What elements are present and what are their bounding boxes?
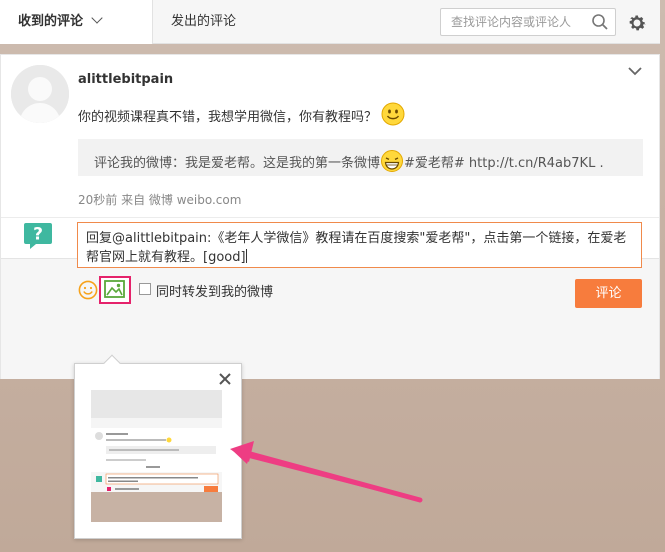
- chevron-down-icon[interactable]: [91, 12, 103, 24]
- search-input[interactable]: [441, 9, 586, 35]
- tab-sent-label: 发出的评论: [171, 14, 237, 29]
- avatar[interactable]: [11, 65, 69, 123]
- search-icon[interactable]: [591, 13, 609, 31]
- quote-prefix: 评论我的微博：我是爱老帮。这是我的第一条微博: [94, 156, 381, 171]
- quoted-weibo[interactable]: 评论我的微博：我是爱老帮。这是我的第一条微博 #爱老帮# http://t.cn…: [78, 139, 643, 176]
- comment-text: 你的视频课程真不错，我想学用微信，你有教程吗？: [78, 110, 378, 125]
- chevron-down-icon[interactable]: [627, 65, 643, 77]
- svg-text:?: ?: [33, 225, 43, 245]
- submit-comment-button[interactable]: 评论: [575, 279, 642, 308]
- reply-textarea[interactable]: 回复@alittlebitpain:《老年人学微信》教程请在百度搜索"爱老帮"，…: [77, 222, 642, 268]
- search-box: [440, 8, 616, 36]
- screenshot-thumbnail-image: [91, 390, 222, 522]
- text-caret: [245, 249, 247, 263]
- quote-suffix: #爱老帮# http://t.cn/R4ab7KL .: [404, 156, 604, 171]
- uploaded-image-thumbnail[interactable]: [91, 390, 222, 522]
- comment-card: alittlebitpain 你的视频课程真不错，我想学用微信，你有教程吗？ 评…: [0, 54, 660, 379]
- top-bar: 收到的评论 发出的评论: [0, 0, 660, 44]
- tab-received-label: 收到的评论: [18, 14, 84, 29]
- grin-emoji-icon: [381, 150, 404, 172]
- reply-text: 回复@alittlebitpain:《老年人学微信》教程请在百度搜索"爱老帮"，…: [86, 231, 627, 265]
- default-avatar-icon: [11, 65, 69, 123]
- gear-icon[interactable]: [626, 12, 648, 34]
- close-icon[interactable]: [218, 372, 232, 386]
- tab-sent-comments[interactable]: 发出的评论: [171, 0, 236, 44]
- tab-received-comments[interactable]: 收到的评论: [0, 0, 153, 44]
- comment-username[interactable]: alittlebitpain: [78, 72, 173, 87]
- comment-text-line: 你的视频课程真不错，我想学用微信，你有教程吗？: [78, 102, 405, 126]
- smiley-icon[interactable]: [78, 280, 98, 300]
- comment-meta: 20秒前 来自 微博 weibo.com: [78, 193, 242, 207]
- insert-image-button[interactable]: [99, 276, 131, 304]
- forward-checkbox[interactable]: [139, 283, 151, 295]
- forward-label: 同时转发到我的微博: [156, 285, 274, 300]
- divider: [1, 217, 659, 218]
- question-icon: ?: [24, 223, 52, 249]
- smiley-emoji-icon: [381, 102, 405, 126]
- image-icon: [104, 280, 125, 298]
